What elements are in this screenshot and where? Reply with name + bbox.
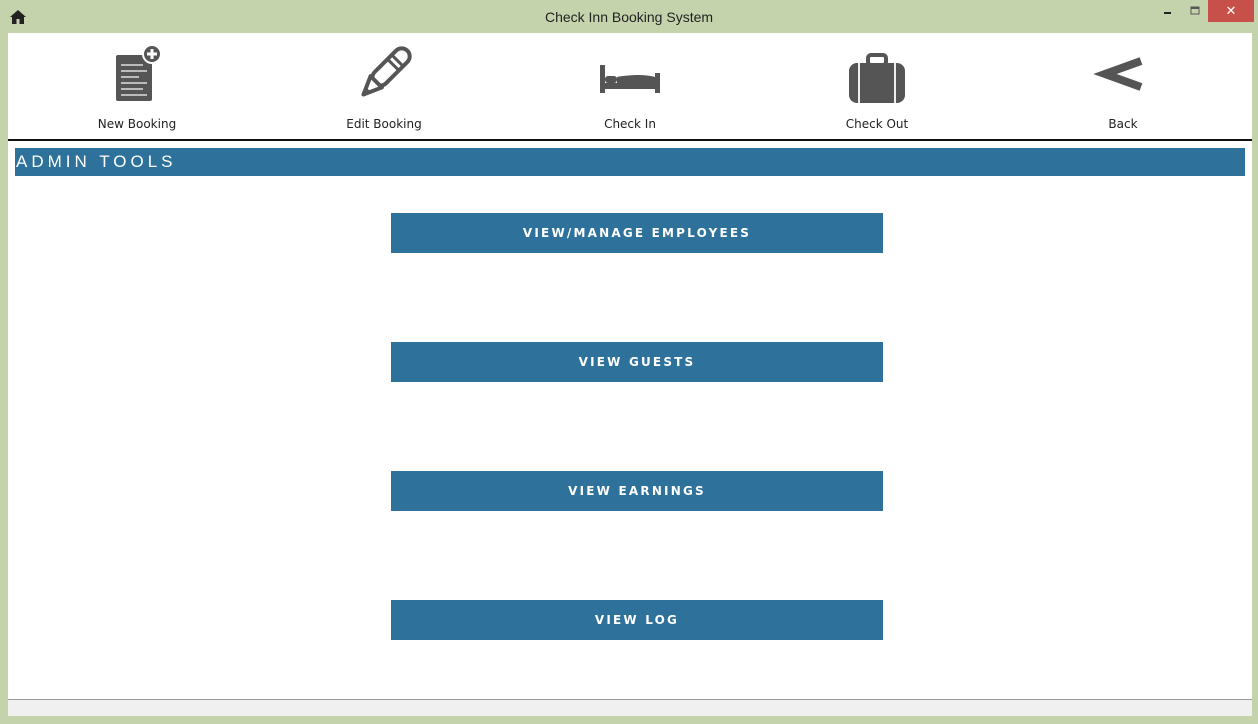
back-chevron-icon <box>1093 57 1143 91</box>
new-booking-label: New Booking <box>97 117 177 131</box>
window-title: Check Inn Booking System <box>544 9 714 25</box>
minimize-button[interactable] <box>1155 0 1181 22</box>
section-header: ADMIN TOOLS <box>15 148 1245 176</box>
new-booking-icon <box>116 44 162 101</box>
toolbar-divider <box>8 139 1252 141</box>
suitcase-icon <box>849 53 905 103</box>
minimize-icon <box>1164 12 1171 14</box>
view-manage-employees-button[interactable]: VIEW/MANAGE EMPLOYEES <box>391 213 883 253</box>
check-in-button[interactable]: Check In <box>550 33 710 139</box>
title-bar: Check Inn Booking System ✕ <box>0 0 1258 33</box>
bed-icon <box>600 65 660 93</box>
new-booking-button[interactable]: New Booking <box>57 33 217 139</box>
back-button[interactable]: Back <box>1043 33 1203 139</box>
edit-booking-label: Edit Booking <box>346 117 422 131</box>
maximize-icon <box>1190 6 1200 15</box>
view-log-button[interactable]: VIEW LOG <box>391 600 883 640</box>
pencil-icon <box>361 46 412 97</box>
close-icon: ✕ <box>1225 3 1237 18</box>
back-label: Back <box>1108 117 1138 131</box>
edit-booking-button[interactable]: Edit Booking <box>304 33 464 139</box>
main-window-content: New Booking Edit Booking Check In Check … <box>8 33 1252 699</box>
status-bar <box>8 699 1252 716</box>
check-out-label: Check Out <box>845 117 909 131</box>
toolbar: New Booking Edit Booking Check In Check … <box>8 33 1252 139</box>
check-in-label: Check In <box>604 117 656 131</box>
view-earnings-button[interactable]: VIEW EARNINGS <box>391 471 883 511</box>
close-button[interactable]: ✕ <box>1208 0 1254 22</box>
view-guests-button[interactable]: VIEW GUESTS <box>391 342 883 382</box>
check-out-button[interactable]: Check Out <box>797 33 957 139</box>
maximize-button[interactable] <box>1182 0 1208 22</box>
